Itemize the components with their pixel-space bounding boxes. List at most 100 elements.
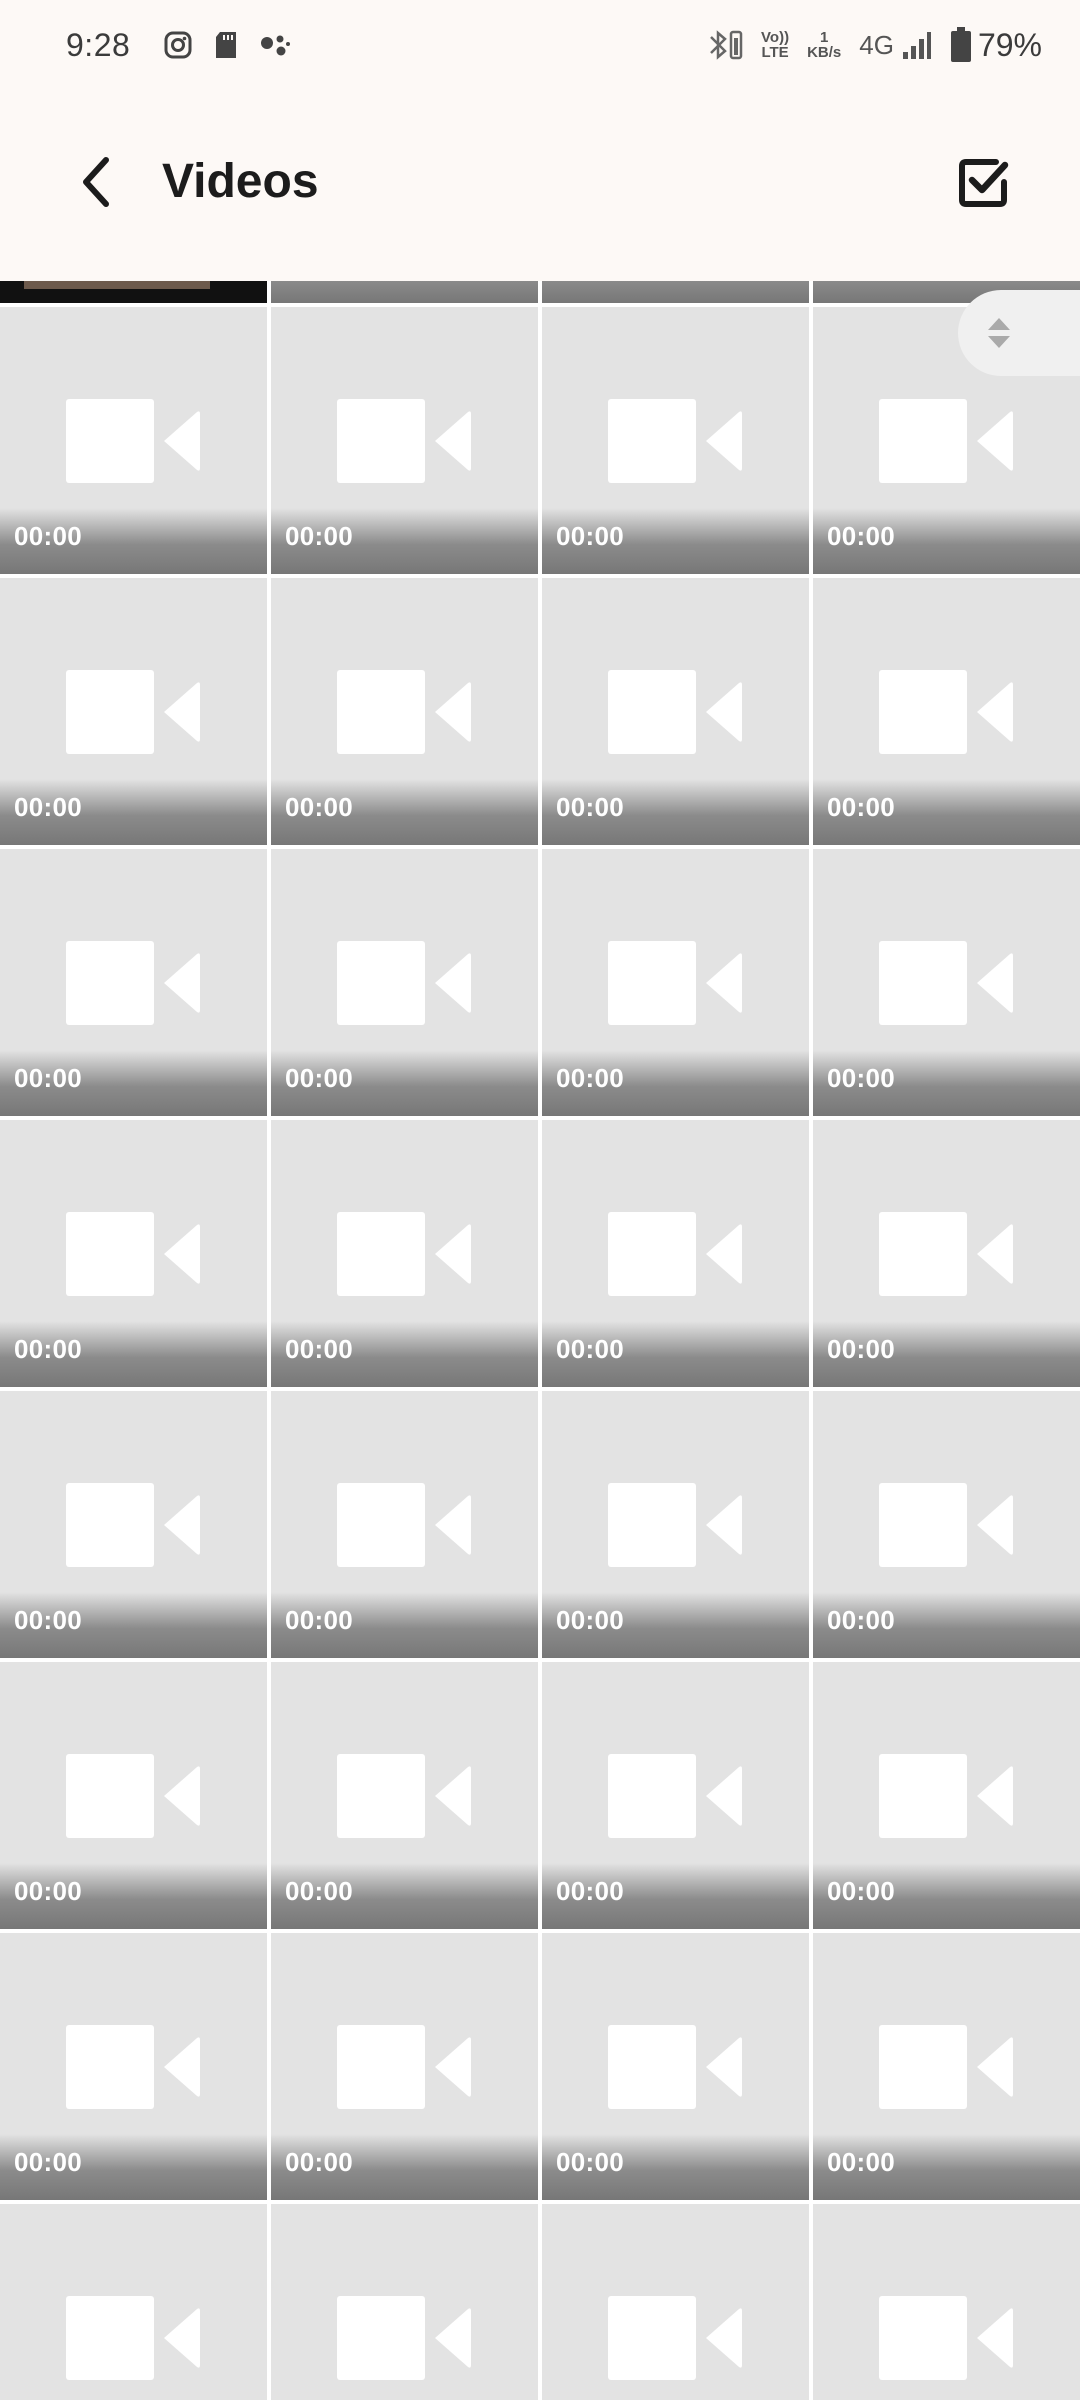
video-thumbnail[interactable]: 00:00: [813, 1120, 1080, 1387]
volte-icon: Vo)) LTE: [761, 29, 790, 61]
video-thumbnail[interactable]: 00:00: [0, 1120, 267, 1387]
video-duration: 00:00: [285, 2147, 353, 2177]
video-duration: 00:00: [827, 1063, 895, 1093]
video-thumbnail[interactable]: 00:00: [542, 1391, 809, 1658]
video-thumbnail[interactable]: 00:00: [271, 1120, 538, 1387]
assistant-dots-icon: [260, 31, 291, 59]
video-thumbnail[interactable]: 00:00: [0, 849, 267, 1116]
video-camera-icon: [879, 670, 1013, 754]
video-camera-icon: [66, 2025, 200, 2109]
video-thumbnail[interactable]: 00:00: [0, 1391, 267, 1658]
chevron-left-icon: [83, 157, 109, 207]
video-duration: 00:00: [556, 2147, 624, 2177]
video-camera-icon: [879, 2296, 1013, 2380]
video-camera-icon: [879, 1483, 1013, 1567]
video-camera-icon: [337, 399, 471, 483]
bluetooth-icon: [707, 28, 743, 62]
video-thumbnail[interactable]: 00:00: [271, 849, 538, 1116]
sd-card-icon: [214, 31, 238, 59]
video-thumbnail[interactable]: [0, 2204, 267, 2400]
video-camera-icon: [66, 1754, 200, 1838]
video-grid[interactable]: 00:00 00:00 00:00 00:00 00:00 00:00 00:00 00:00…: [0, 281, 1080, 2400]
video-thumbnail[interactable]: 00:00: [271, 578, 538, 845]
video-camera-icon: [66, 399, 200, 483]
battery-icon: [950, 27, 972, 63]
network-speed: 1 KB/s: [807, 29, 842, 61]
video-thumbnail[interactable]: 00:00: [813, 1662, 1080, 1929]
video-thumbnail[interactable]: 00:00: [542, 1662, 809, 1929]
video-duration: 00:00: [285, 521, 353, 551]
page-title: Videos: [162, 155, 319, 208]
video-thumbnail[interactable]: 00:00: [542, 849, 809, 1116]
app-header: Videos: [0, 90, 1080, 281]
video-camera-icon: [879, 1212, 1013, 1296]
video-thumbnail[interactable]: 00:00: [813, 1391, 1080, 1658]
video-thumbnail[interactable]: 00:00: [813, 849, 1080, 1116]
partial-thumbnail[interactable]: [271, 281, 538, 303]
video-duration: 00:00: [556, 1876, 624, 1906]
video-duration: 00:00: [827, 1334, 895, 1364]
video-thumbnail[interactable]: 00:00: [271, 1933, 538, 2200]
video-thumbnail[interactable]: 00:00: [813, 578, 1080, 845]
video-thumbnail[interactable]: 00:00: [542, 1120, 809, 1387]
checkbox-checked-icon: [959, 159, 1009, 207]
video-camera-icon: [879, 2025, 1013, 2109]
video-thumbnail[interactable]: 00:00: [542, 307, 809, 574]
video-duration: 00:00: [556, 1605, 624, 1635]
video-camera-icon: [608, 2025, 742, 2109]
video-duration: 00:00: [285, 1334, 353, 1364]
video-thumbnail[interactable]: 00:00: [0, 578, 267, 845]
network-type: 4G: [859, 29, 894, 60]
video-duration: 00:00: [285, 1605, 353, 1635]
video-duration: 00:00: [827, 1876, 895, 1906]
video-thumbnail[interactable]: [542, 2204, 809, 2400]
video-duration: 00:00: [14, 1876, 82, 1906]
video-duration: 00:00: [285, 1876, 353, 1906]
fast-scroll-handle[interactable]: [958, 290, 1080, 376]
battery-percent: 79%: [977, 26, 1042, 63]
video-thumbnail[interactable]: 00:00: [271, 1662, 538, 1929]
status-bar: 9:28 Vo)) LTE 1 KB/s 4G 79%: [0, 0, 1080, 90]
video-thumbnail[interactable]: 00:00: [271, 1391, 538, 1658]
video-thumbnail[interactable]: 00:00: [0, 1933, 267, 2200]
select-mode-button[interactable]: [958, 156, 1010, 208]
video-thumbnail[interactable]: 00:00: [813, 1933, 1080, 2200]
video-duration: 00:00: [14, 792, 82, 822]
video-duration: 00:00: [827, 792, 895, 822]
video-camera-icon: [337, 2025, 471, 2109]
partial-thumbnail[interactable]: [0, 281, 267, 303]
video-thumbnail[interactable]: [271, 2204, 538, 2400]
video-camera-icon: [608, 399, 742, 483]
video-camera-icon: [608, 670, 742, 754]
video-camera-icon: [337, 1483, 471, 1567]
video-camera-icon: [337, 670, 471, 754]
video-camera-icon: [337, 2296, 471, 2380]
video-thumbnail[interactable]: 00:00: [542, 578, 809, 845]
video-camera-icon: [608, 1212, 742, 1296]
video-camera-icon: [608, 1754, 742, 1838]
video-duration: 00:00: [14, 1605, 82, 1635]
video-thumbnail[interactable]: 00:00: [0, 1662, 267, 1929]
video-duration: 00:00: [827, 1605, 895, 1635]
video-grid-tiles: 00:00 00:00 00:00 00:00 00:00 00:00 00:00 00:00…: [0, 307, 1080, 2400]
video-thumbnail[interactable]: 00:00: [271, 307, 538, 574]
video-camera-icon: [66, 941, 200, 1025]
video-duration: 00:00: [14, 1334, 82, 1364]
video-duration: 00:00: [285, 1063, 353, 1093]
video-duration: 00:00: [285, 792, 353, 822]
video-camera-icon: [608, 1483, 742, 1567]
video-camera-icon: [337, 1754, 471, 1838]
video-camera-icon: [879, 1754, 1013, 1838]
video-thumbnail[interactable]: 00:00: [0, 307, 267, 574]
video-camera-icon: [879, 399, 1013, 483]
video-thumbnail[interactable]: [813, 2204, 1080, 2400]
video-thumbnail[interactable]: 00:00: [542, 1933, 809, 2200]
sort-arrows-icon: [988, 318, 1010, 348]
video-duration: 00:00: [556, 521, 624, 551]
partial-thumbnail[interactable]: [542, 281, 809, 303]
video-camera-icon: [608, 2296, 742, 2380]
video-camera-icon: [337, 1212, 471, 1296]
back-button[interactable]: [70, 152, 120, 212]
signal-icon: [902, 30, 932, 60]
video-duration: 00:00: [14, 521, 82, 551]
